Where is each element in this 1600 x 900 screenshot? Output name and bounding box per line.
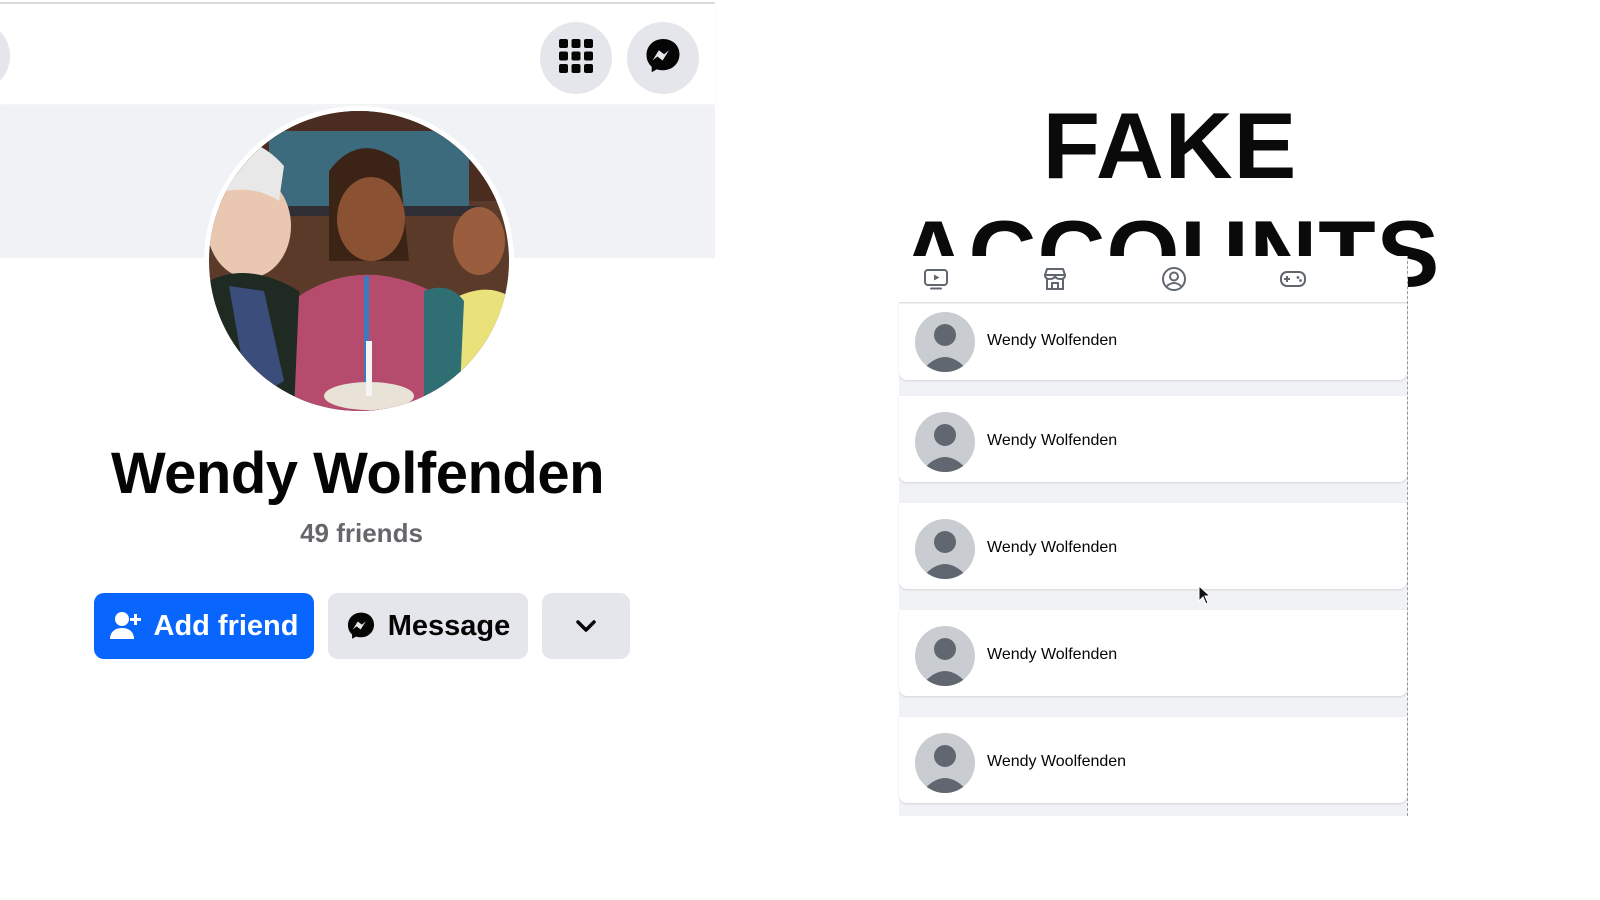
tab-bar [899,256,1407,303]
menu-grid-icon [558,38,594,79]
profile-picture[interactable] [209,111,509,411]
default-avatar-icon [915,626,975,686]
search-results-panel: Wendy Wolfenden Wendy Wolfenden Wendy Wo… [899,256,1408,816]
result-name[interactable]: Wendy Wolfenden [987,646,1117,664]
mouse-cursor-icon [1198,584,1212,610]
result-name[interactable]: Wendy Wolfenden [987,332,1117,350]
tab-watch[interactable] [921,264,951,294]
default-avatar-icon [915,519,975,579]
message-button[interactable]: Message [328,593,528,659]
search-result-item[interactable]: Wendy Wolfenden [899,503,1407,589]
add-friend-icon [109,611,142,641]
top-navigation-bar [0,4,715,104]
search-result-item[interactable]: Wendy Wolfenden [899,304,1407,380]
default-avatar-icon [915,312,975,372]
profile-screenshot: Wendy Wolfenden 49 friends Add friend Me… [0,0,715,900]
message-label: Message [387,609,511,642]
marketplace-icon [1042,266,1068,292]
more-options-button[interactable] [542,593,630,659]
tab-profile[interactable] [1159,264,1189,294]
messenger-icon [644,37,682,80]
default-avatar-icon [915,412,975,472]
add-friend-label: Add friend [153,609,299,642]
profile-name: Wendy Wolfenden [110,441,605,506]
nav-edge-button[interactable] [0,26,10,86]
result-name[interactable]: Wendy Woolfenden [987,753,1126,771]
tab-gaming[interactable] [1278,264,1308,294]
search-result-item[interactable]: Wendy Woolfenden [899,717,1407,803]
profile-icon [1161,266,1187,292]
gaming-icon [1279,266,1307,292]
menu-button[interactable] [540,22,612,94]
messenger-icon [346,611,376,641]
default-avatar-icon [915,733,975,793]
tab-marketplace[interactable] [1040,264,1070,294]
friends-count[interactable]: 49 friends [0,518,723,549]
messenger-button[interactable] [627,22,699,94]
chevron-down-icon [575,619,597,633]
add-friend-button[interactable]: Add friend [94,593,314,659]
search-result-item[interactable]: Wendy Wolfenden [899,610,1407,696]
result-name[interactable]: Wendy Wolfenden [987,432,1117,450]
search-result-item[interactable]: Wendy Wolfenden [899,396,1407,482]
result-name[interactable]: Wendy Wolfenden [987,539,1117,557]
watch-icon [923,266,949,292]
